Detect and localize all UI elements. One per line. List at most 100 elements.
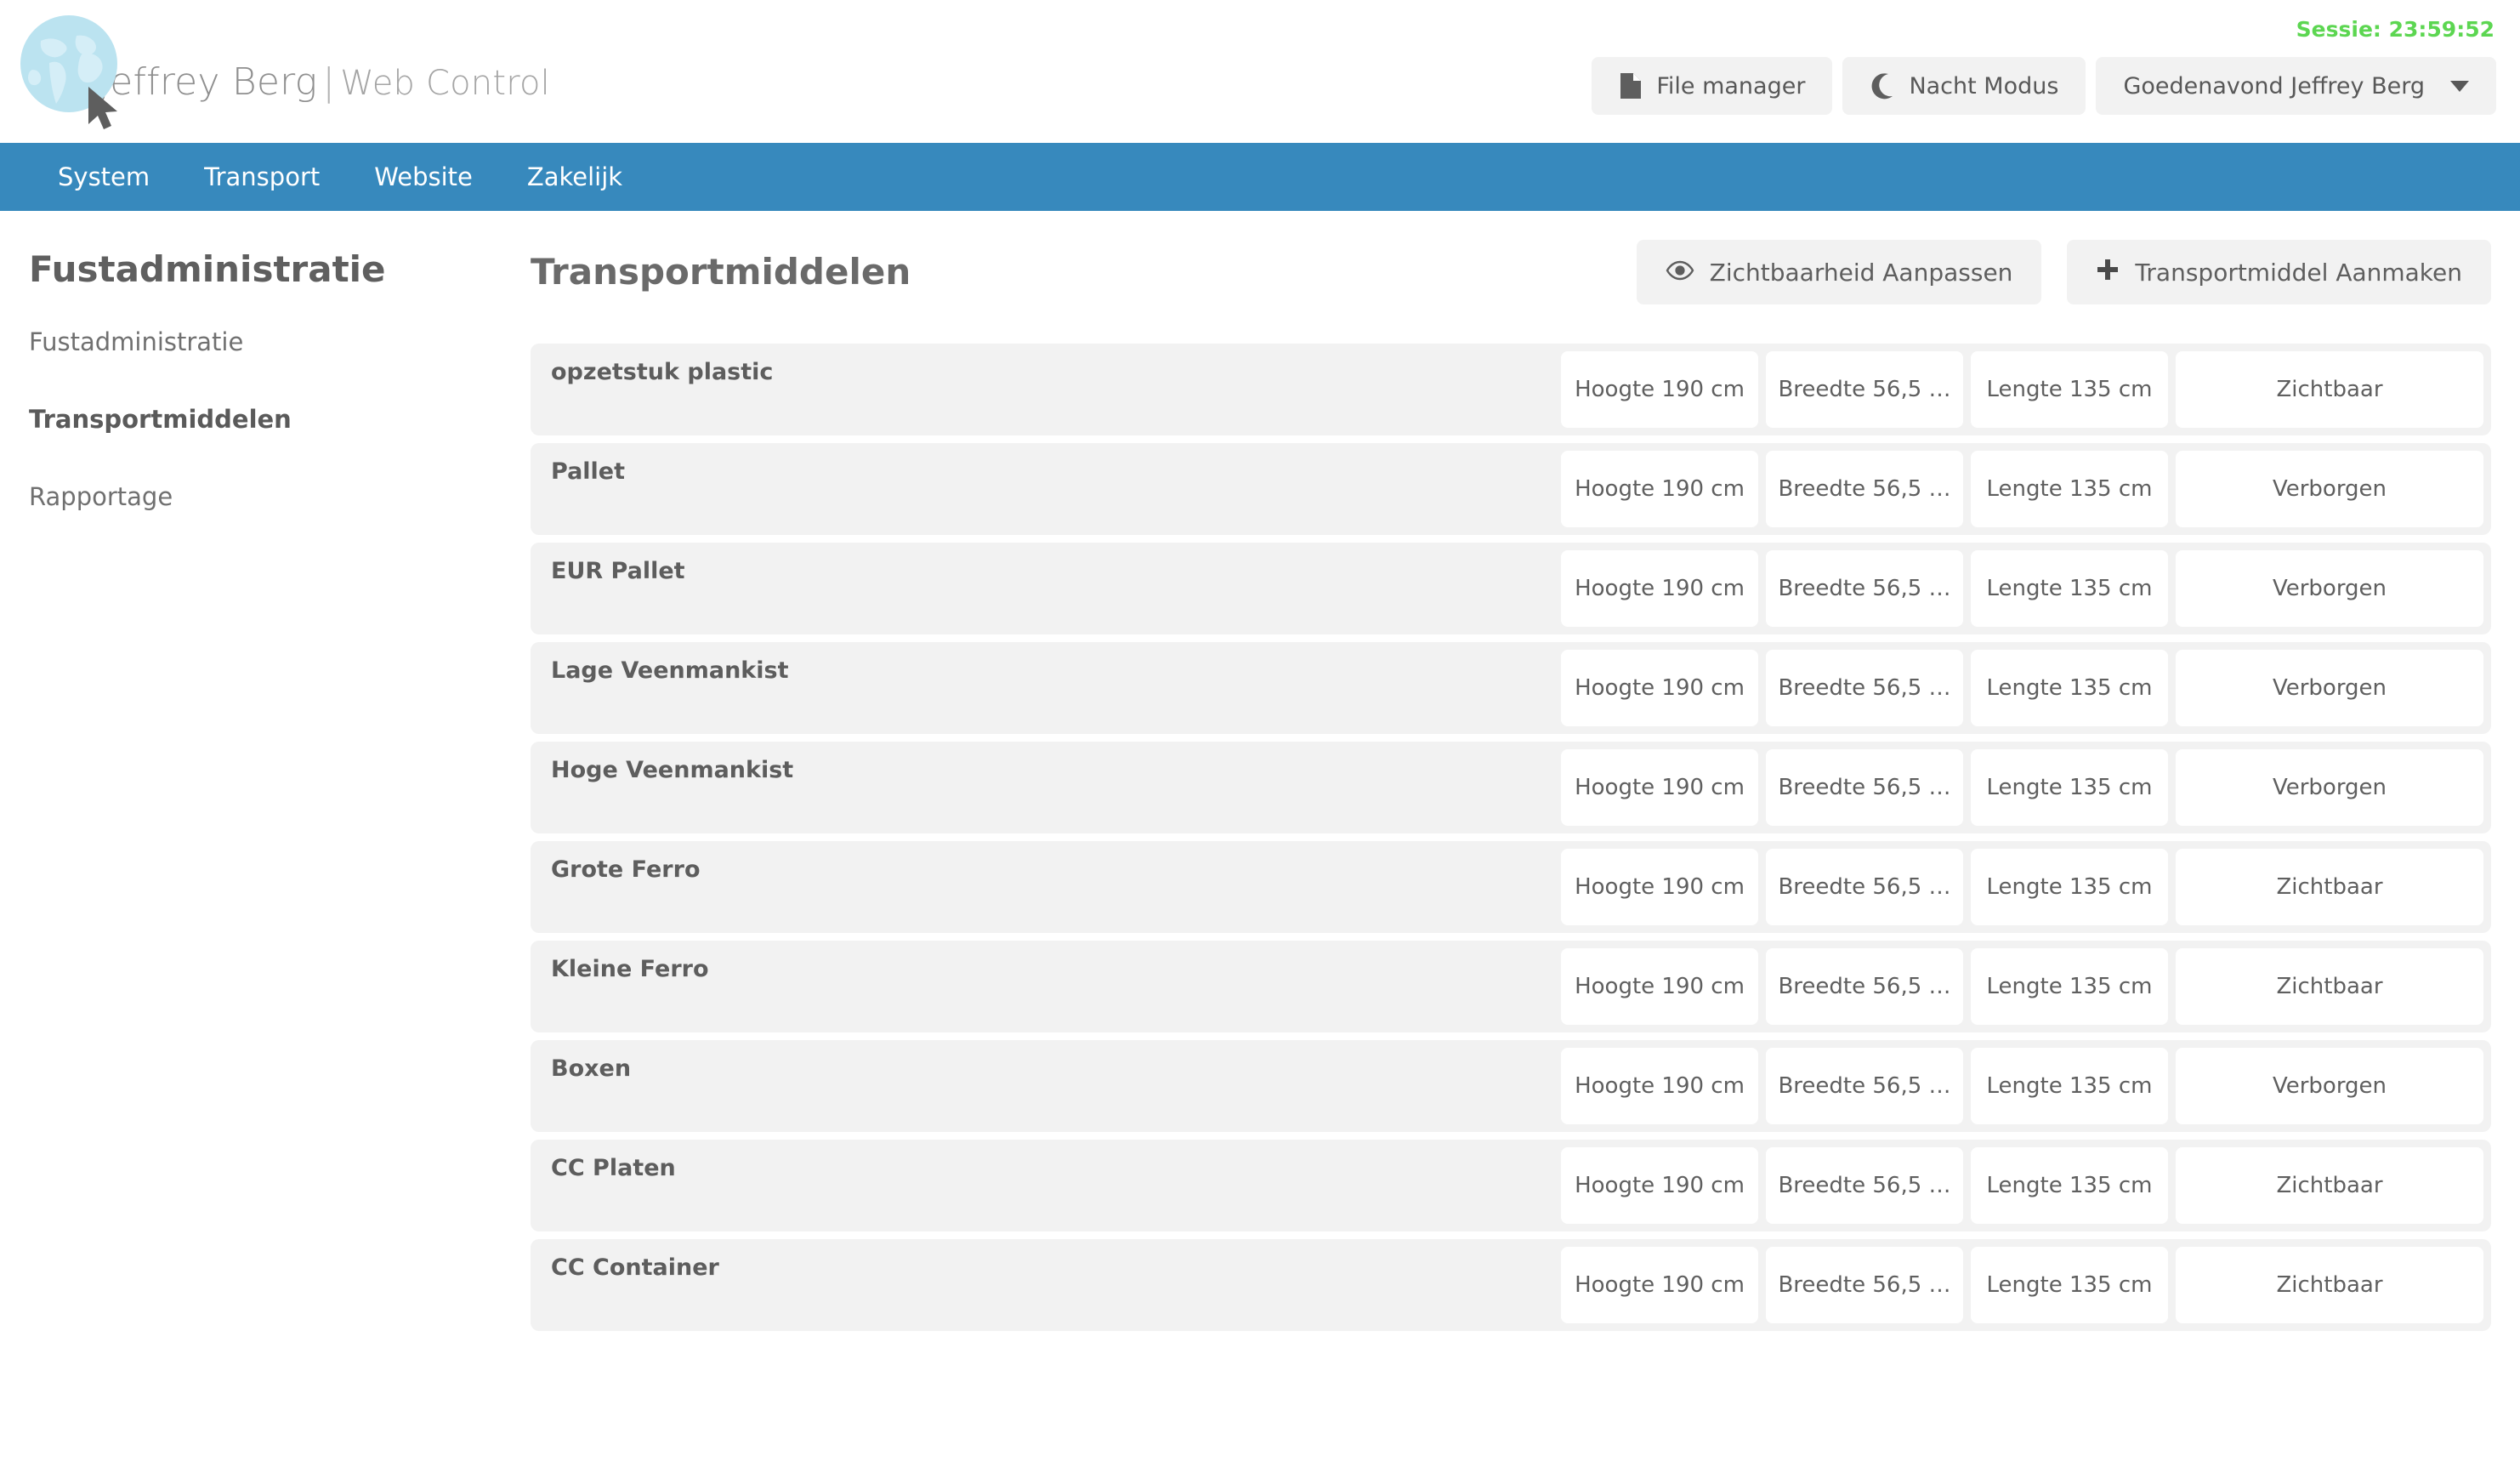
table-row[interactable]: EUR Pallet Hoogte 190 cm Breedte 56,5 … … (531, 543, 2491, 634)
user-menu-button[interactable]: Goedenavond Jeffrey Berg (2096, 57, 2496, 115)
cell-lengte[interactable]: Lengte 135 cm (1971, 948, 2168, 1025)
cell-status[interactable]: Zichtbaar (2176, 948, 2483, 1025)
top-bar: Jeffrey Berg | Web Control Sessie: 23:59:5… (0, 0, 2520, 143)
row-cells: Hoogte 190 cm Breedte 56,5 … Lengte 135 … (1561, 451, 2483, 527)
cell-lengte[interactable]: Lengte 135 cm (1971, 749, 2168, 826)
cell-lengte[interactable]: Lengte 135 cm (1971, 1048, 2168, 1124)
nav-item-zakelijk[interactable]: Zakelijk (500, 143, 650, 211)
transport-list: opzetstuk plastic Hoogte 190 cm Breedte … (531, 344, 2491, 1331)
cell-status[interactable]: Zichtbaar (2176, 849, 2483, 925)
cell-breedte[interactable]: Breedte 56,5 … (1766, 1147, 1963, 1224)
cell-hoogte[interactable]: Hoogte 190 cm (1561, 948, 1758, 1025)
top-actions: File manager Nacht Modus Goedenavond Jef… (1592, 57, 2496, 115)
nav-item-website[interactable]: Website (347, 143, 500, 211)
cell-hoogte[interactable]: Hoogte 190 cm (1561, 550, 1758, 627)
row-name: Boxen (551, 1055, 632, 1082)
cell-hoogte[interactable]: Hoogte 190 cm (1561, 351, 1758, 428)
brand-separator: | (322, 60, 336, 104)
cell-status[interactable]: Verborgen (2176, 1048, 2483, 1124)
row-name: opzetstuk plastic (551, 359, 774, 385)
night-mode-button[interactable]: Nacht Modus (1842, 57, 2086, 115)
night-mode-label: Nacht Modus (1909, 72, 2059, 100)
cell-breedte[interactable]: Breedte 56,5 … (1766, 650, 1963, 726)
cell-lengte[interactable]: Lengte 135 cm (1971, 351, 2168, 428)
table-row[interactable]: Hoge Veenmankist Hoogte 190 cm Breedte 5… (531, 742, 2491, 833)
create-transport-button[interactable]: Transportmiddel Aanmaken (2067, 240, 2491, 304)
cell-breedte[interactable]: Breedte 56,5 … (1766, 948, 1963, 1025)
file-manager-button[interactable]: File manager (1592, 57, 1833, 115)
table-row[interactable]: Lage Veenmankist Hoogte 190 cm Breedte 5… (531, 642, 2491, 734)
cell-status[interactable]: Zichtbaar (2176, 1247, 2483, 1323)
cell-status[interactable]: Verborgen (2176, 749, 2483, 826)
row-cells: Hoogte 190 cm Breedte 56,5 … Lengte 135 … (1561, 351, 2483, 428)
table-row[interactable]: Kleine Ferro Hoogte 190 cm Breedte 56,5 … (531, 941, 2491, 1032)
row-name: EUR Pallet (551, 558, 685, 584)
sidebar-item-transportmiddelen[interactable]: Transportmiddelen (29, 405, 531, 434)
file-manager-label: File manager (1656, 72, 1806, 100)
row-cells: Hoogte 190 cm Breedte 56,5 … Lengte 135 … (1561, 749, 2483, 826)
globe-icon (15, 10, 122, 129)
page-body: Fustadministratie Fustadministratie Tran… (0, 211, 2520, 1331)
row-cells: Hoogte 190 cm Breedte 56,5 … Lengte 135 … (1561, 650, 2483, 726)
plus-icon (2096, 258, 2120, 287)
row-cells: Hoogte 190 cm Breedte 56,5 … Lengte 135 … (1561, 948, 2483, 1025)
cell-status[interactable]: Zichtbaar (2176, 1147, 2483, 1224)
cell-hoogte[interactable]: Hoogte 190 cm (1561, 650, 1758, 726)
row-name: Hoge Veenmankist (551, 757, 794, 783)
cell-status[interactable]: Verborgen (2176, 451, 2483, 527)
cell-breedte[interactable]: Breedte 56,5 … (1766, 550, 1963, 627)
cell-status[interactable]: Verborgen (2176, 550, 2483, 627)
sidebar-item-rapportage[interactable]: Rapportage (29, 482, 531, 511)
adjust-visibility-button[interactable]: Zichtbaarheid Aanpassen (1636, 240, 2042, 304)
table-row[interactable]: Boxen Hoogte 190 cm Breedte 56,5 … Lengt… (531, 1040, 2491, 1132)
cell-lengte[interactable]: Lengte 135 cm (1971, 550, 2168, 627)
cell-breedte[interactable]: Breedte 56,5 … (1766, 1048, 1963, 1124)
nav-item-transport[interactable]: Transport (177, 143, 347, 211)
row-name: Grote Ferro (551, 856, 701, 883)
table-row[interactable]: opzetstuk plastic Hoogte 190 cm Breedte … (531, 344, 2491, 435)
cell-lengte[interactable]: Lengte 135 cm (1971, 849, 2168, 925)
cell-hoogte[interactable]: Hoogte 190 cm (1561, 849, 1758, 925)
sidebar-item-fustadministratie[interactable]: Fustadministratie (29, 327, 531, 356)
cell-lengte[interactable]: Lengte 135 cm (1971, 650, 2168, 726)
create-transport-label: Transportmiddel Aanmaken (2135, 258, 2462, 287)
sidebar: Fustadministratie Fustadministratie Tran… (0, 248, 531, 1331)
table-row[interactable]: CC Container Hoogte 190 cm Breedte 56,5 … (531, 1239, 2491, 1331)
sidebar-title: Fustadministratie (29, 248, 386, 290)
cell-hoogte[interactable]: Hoogte 190 cm (1561, 1048, 1758, 1124)
cell-lengte[interactable]: Lengte 135 cm (1971, 1247, 2168, 1323)
user-menu-label: Goedenavond Jeffrey Berg (2123, 72, 2425, 100)
cell-status[interactable]: Verborgen (2176, 650, 2483, 726)
cell-status[interactable]: Zichtbaar (2176, 351, 2483, 428)
cell-lengte[interactable]: Lengte 135 cm (1971, 1147, 2168, 1224)
cell-breedte[interactable]: Breedte 56,5 … (1766, 451, 1963, 527)
table-row[interactable]: Grote Ferro Hoogte 190 cm Breedte 56,5 …… (531, 841, 2491, 933)
nav-item-system[interactable]: System (31, 143, 177, 211)
cell-hoogte[interactable]: Hoogte 190 cm (1561, 1247, 1758, 1323)
row-name: CC Platen (551, 1155, 676, 1181)
table-row[interactable]: Pallet Hoogte 190 cm Breedte 56,5 … Leng… (531, 443, 2491, 535)
row-cells: Hoogte 190 cm Breedte 56,5 … Lengte 135 … (1561, 1147, 2483, 1224)
row-cells: Hoogte 190 cm Breedte 56,5 … Lengte 135 … (1561, 1247, 2483, 1323)
file-icon (1619, 72, 1643, 100)
table-row[interactable]: CC Platen Hoogte 190 cm Breedte 56,5 … L… (531, 1140, 2491, 1231)
row-cells: Hoogte 190 cm Breedte 56,5 … Lengte 135 … (1561, 1048, 2483, 1124)
cell-breedte[interactable]: Breedte 56,5 … (1766, 849, 1963, 925)
cell-breedte[interactable]: Breedte 56,5 … (1766, 749, 1963, 826)
cell-hoogte[interactable]: Hoogte 190 cm (1561, 451, 1758, 527)
chevron-down-icon (2450, 80, 2469, 92)
content-actions: Zichtbaarheid Aanpassen Transportmiddel … (1636, 240, 2491, 304)
row-name: Lage Veenmankist (551, 657, 789, 684)
brand-logo[interactable]: Jeffrey Berg | Web Control (15, 7, 550, 129)
row-name: CC Container (551, 1254, 719, 1281)
session-timer: Sessie: 23:59:52 (2296, 17, 2494, 42)
cell-breedte[interactable]: Breedte 56,5 … (1766, 1247, 1963, 1323)
row-cells: Hoogte 190 cm Breedte 56,5 … Lengte 135 … (1561, 849, 2483, 925)
cell-breedte[interactable]: Breedte 56,5 … (1766, 351, 1963, 428)
cell-hoogte[interactable]: Hoogte 190 cm (1561, 1147, 1758, 1224)
cell-lengte[interactable]: Lengte 135 cm (1971, 451, 2168, 527)
eye-icon (1666, 259, 1694, 287)
brand-text: Jeffrey Berg | Web Control (99, 60, 550, 104)
brand-name: Jeffrey Berg (99, 60, 318, 104)
cell-hoogte[interactable]: Hoogte 190 cm (1561, 749, 1758, 826)
